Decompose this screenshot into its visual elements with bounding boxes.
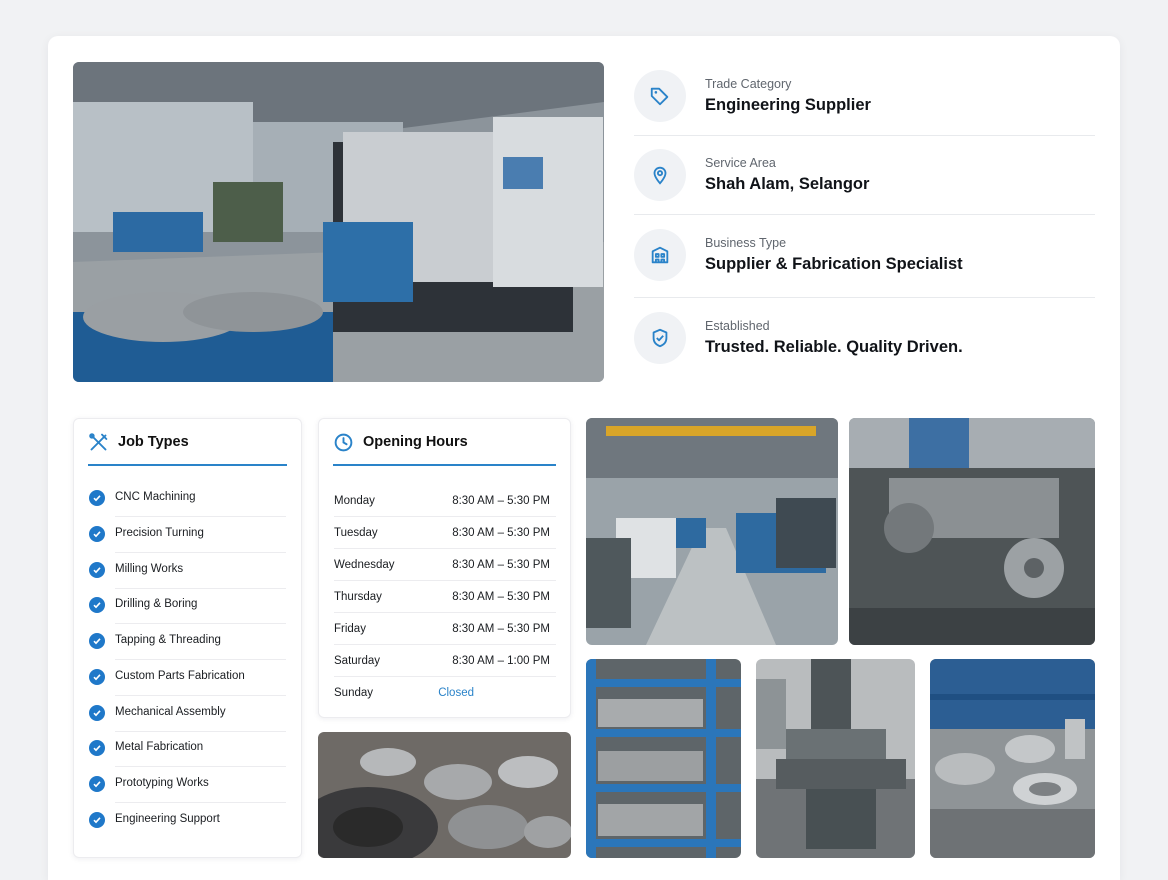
check-circle-icon [89, 526, 105, 542]
table-row: Tuesday 8:30 AM – 5:30 PM [334, 517, 556, 549]
tools-icon [89, 433, 108, 451]
info-value: Shah Alam, Selangor [705, 175, 870, 193]
info-trade-category: Trade Category Engineering Supplier [634, 70, 1095, 122]
closed-status: Closed [438, 687, 474, 699]
day-label: Wednesday [334, 559, 395, 571]
check-circle-icon [89, 490, 105, 506]
job-type-label: Metal Fabrication [115, 741, 204, 753]
location-pin-icon [634, 149, 686, 201]
hours-value: 8:30 AM – 5:30 PM [452, 623, 550, 635]
info-label: Established [705, 319, 770, 333]
hero-workshop-photo [73, 62, 604, 382]
info-established: Established Trusted. Reliable. Quality D… [634, 312, 1095, 364]
hours-value: 8:30 AM – 5:30 PM [452, 559, 550, 571]
list-item: Engineering Support [89, 803, 286, 839]
info-value: Trusted. Reliable. Quality Driven. [705, 338, 963, 356]
gallery-photo-parts [318, 732, 571, 858]
info-label: Business Type [705, 236, 787, 250]
job-type-label: Milling Works [115, 563, 184, 575]
table-row: Thursday 8:30 AM – 5:30 PM [334, 581, 556, 613]
table-row: Wednesday 8:30 AM – 5:30 PM [334, 549, 556, 581]
job-type-label: Precision Turning [115, 527, 204, 539]
job-type-label: Tapping & Threading [115, 634, 221, 646]
divider [634, 135, 1095, 136]
job-type-label: Prototyping Works [115, 777, 209, 789]
job-type-label: CNC Machining [115, 491, 196, 503]
title-underline [333, 464, 556, 466]
job-types-panel: Job Types CNC Machining Precision Turnin… [73, 418, 302, 858]
check-circle-icon [89, 812, 105, 828]
check-circle-icon [89, 562, 105, 578]
check-circle-icon [89, 633, 105, 649]
job-type-label: Custom Parts Fabrication [115, 670, 245, 682]
job-type-label: Drilling & Boring [115, 598, 198, 610]
gallery-photo-steel-rings [930, 659, 1095, 858]
list-item: Drilling & Boring [89, 588, 286, 624]
check-circle-icon [89, 705, 105, 721]
title-underline [88, 464, 287, 466]
day-label: Friday [334, 623, 366, 635]
job-type-label: Engineering Support [115, 813, 220, 825]
job-type-label: Mechanical Assembly [115, 706, 226, 718]
info-value: Supplier & Fabrication Specialist [705, 255, 963, 273]
info-value: Engineering Supplier [705, 96, 871, 114]
table-row: Friday 8:30 AM – 5:30 PM [334, 613, 556, 645]
divider [634, 297, 1095, 298]
building-icon [634, 229, 686, 281]
info-label: Service Area [705, 156, 776, 170]
tag-icon [634, 70, 686, 122]
shield-check-icon [634, 312, 686, 364]
table-row: Monday 8:30 AM – 5:30 PM [334, 485, 556, 517]
check-circle-icon [89, 669, 105, 685]
hours-value: 8:30 AM – 1:00 PM [452, 655, 550, 667]
list-item: CNC Machining [89, 481, 286, 517]
info-label: Trade Category [705, 77, 792, 91]
gallery-photo-shelves [586, 659, 741, 858]
list-item: Mechanical Assembly [89, 696, 286, 732]
day-label: Tuesday [334, 527, 378, 539]
opening-hours-title: Opening Hours [363, 434, 468, 450]
gallery-photo-milling-machine [756, 659, 915, 858]
hours-value: 8:30 AM – 5:30 PM [452, 495, 550, 507]
list-item: Prototyping Works [89, 767, 286, 803]
check-circle-icon [89, 740, 105, 756]
hours-value: 8:30 AM – 5:30 PM [452, 527, 550, 539]
info-service-area: Service Area Shah Alam, Selangor [634, 149, 1095, 201]
list-item: Tapping & Threading [89, 624, 286, 660]
info-business-type: Business Type Supplier & Fabrication Spe… [634, 229, 1095, 281]
list-item: Precision Turning [89, 517, 286, 553]
list-item: Metal Fabrication [89, 731, 286, 767]
clock-icon [334, 433, 353, 452]
divider [634, 214, 1095, 215]
table-row: Sunday Closed [334, 677, 556, 709]
hours-value: 8:30 AM – 5:30 PM [452, 591, 550, 603]
job-types-title: Job Types [118, 434, 189, 450]
day-label: Saturday [334, 655, 381, 667]
gallery-photo-lathe [849, 418, 1095, 645]
opening-hours-panel: Opening Hours Monday 8:30 AM – 5:30 PM Tu… [318, 418, 571, 718]
day-label: Thursday [334, 591, 382, 603]
list-item: Custom Parts Fabrication [89, 660, 286, 696]
table-row: Saturday 8:30 AM – 1:00 PM [334, 645, 556, 677]
gallery-photo-factory-floor [586, 418, 838, 645]
check-circle-icon [89, 776, 105, 792]
day-label: Monday [334, 495, 375, 507]
day-label: Sunday [334, 687, 374, 699]
list-item: Milling Works [89, 553, 286, 589]
check-circle-icon [89, 597, 105, 613]
